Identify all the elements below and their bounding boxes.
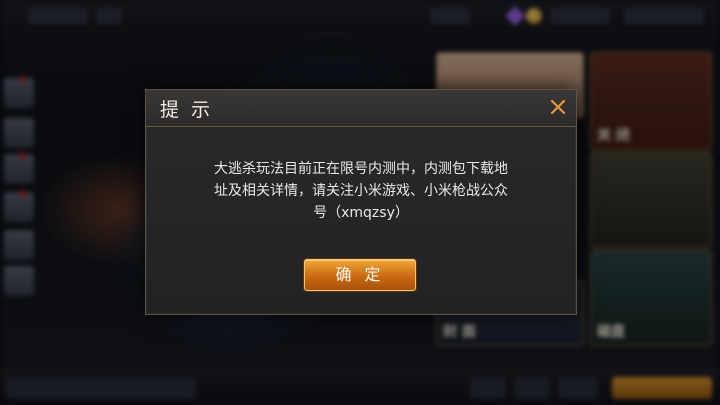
dialog-title: 提 示 [160, 99, 214, 121]
notice-dialog: 提 示 大逃杀玩法目前正在限号内测中，内测包下载地 址及相关详情，请关注小米游戏… [145, 89, 577, 315]
confirm-button[interactable]: 确 定 [304, 259, 416, 291]
dialog-message: 大逃杀玩法目前正在限号内测中，内测包下载地 址及相关详情，请关注小米游戏、小米枪… [214, 161, 508, 221]
close-button[interactable] [546, 95, 570, 119]
dialog-header: 提 示 [146, 90, 576, 127]
game-screen: 关 闭 磁盘 封 面 提 示 大逃杀玩法目前正在限号内测中，内测包下载地 址及相… [0, 0, 720, 405]
close-icon [550, 99, 566, 115]
